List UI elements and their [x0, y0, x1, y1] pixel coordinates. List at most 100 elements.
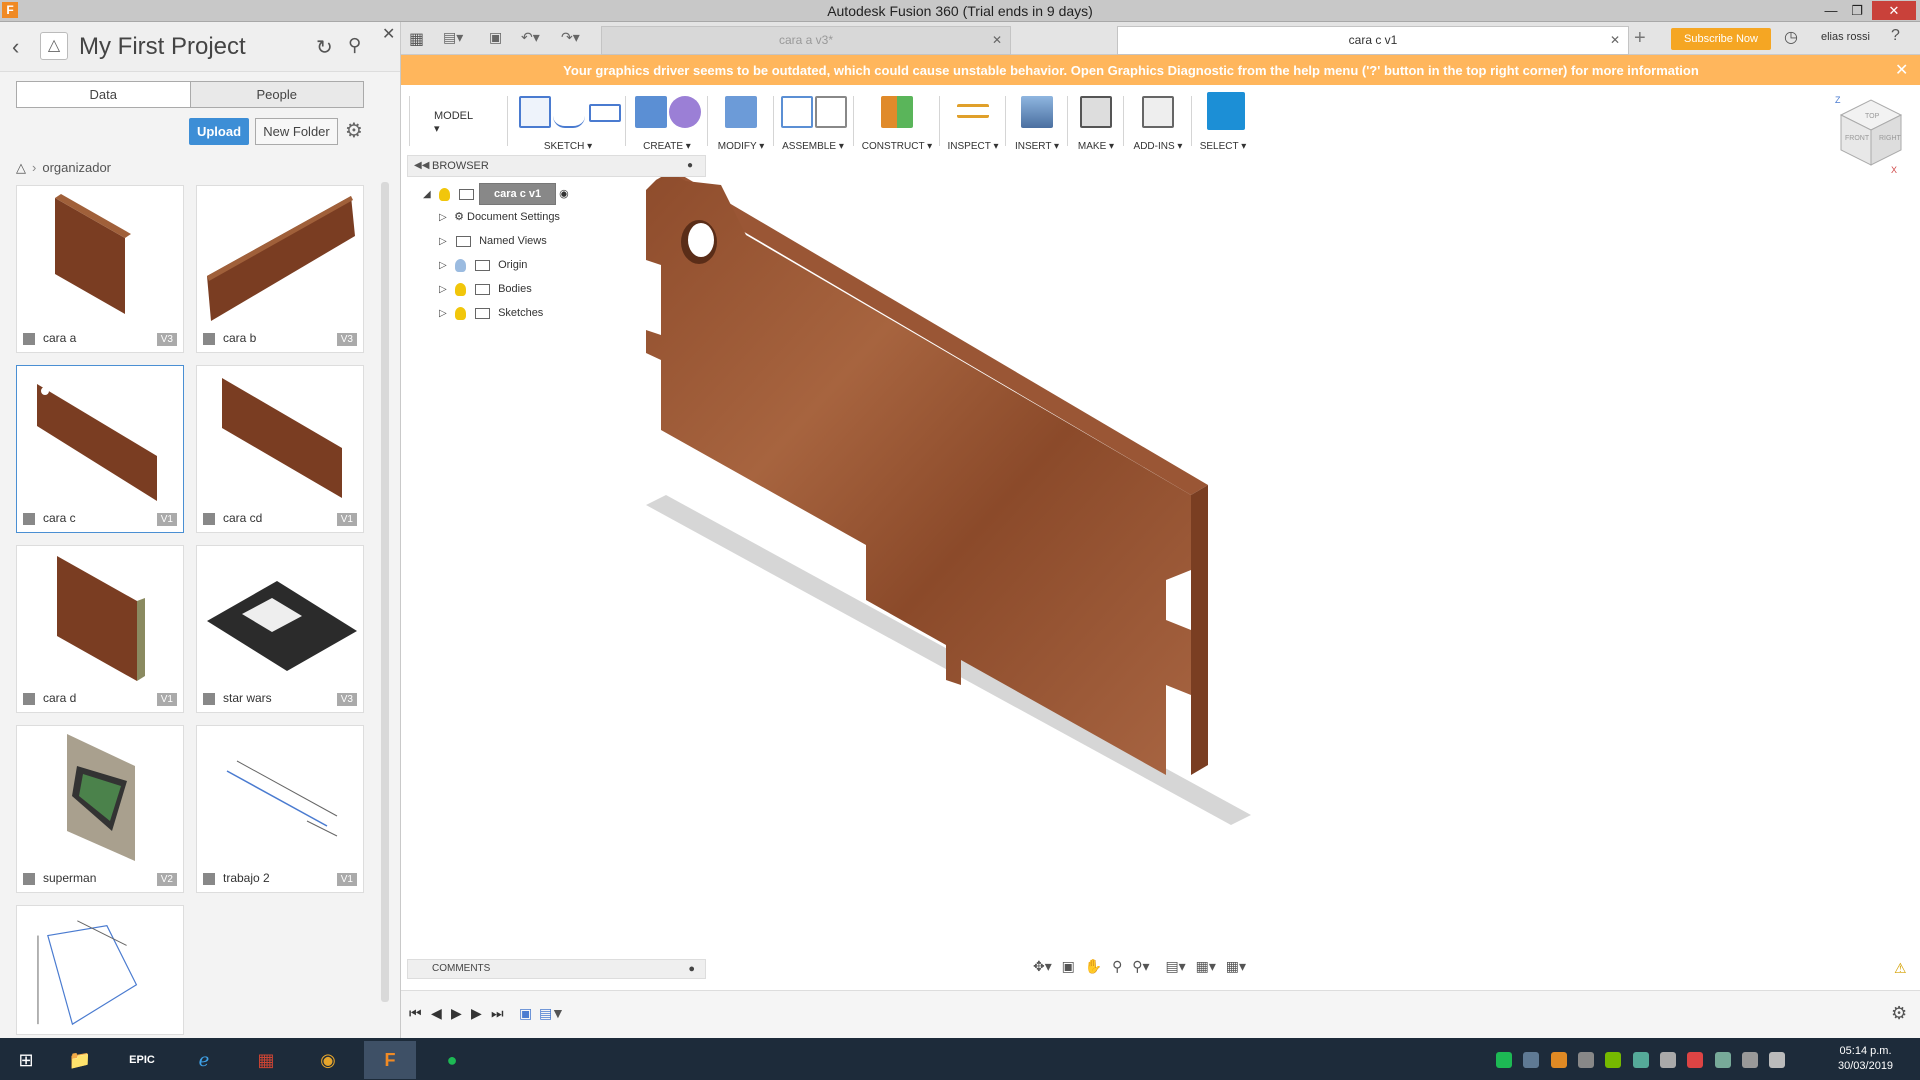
rectangle-icon[interactable]	[589, 104, 621, 122]
insert-menu[interactable]: INSERT ▾	[1009, 141, 1065, 152]
tab-cara-c[interactable]: cara c v1 ✕	[1117, 26, 1629, 55]
close-window-button[interactable]: ✕	[1872, 1, 1916, 20]
sketch-menu[interactable]: SKETCH ▾	[513, 141, 623, 152]
design-card[interactable]: cara a V3	[16, 185, 184, 353]
spotify-icon[interactable]: ●	[426, 1041, 478, 1079]
restore-button[interactable]: ❐	[1844, 1, 1870, 20]
upload-button[interactable]: Upload	[189, 118, 249, 145]
refresh-icon[interactable]: ↻	[316, 35, 333, 60]
clock[interactable]: 05:14 p.m. 30/03/2019	[1838, 1044, 1893, 1074]
assemble-menu[interactable]: ASSEMBLE ▾	[777, 141, 849, 152]
design-card[interactable]: cara d V1	[16, 545, 184, 713]
steam-tray-icon[interactable]	[1523, 1052, 1540, 1068]
tab-data[interactable]: Data	[17, 82, 190, 107]
back-icon[interactable]: ‹	[12, 34, 19, 60]
step-forward-icon[interactable]: ▶	[471, 1005, 482, 1022]
design-card[interactable]: cara b V3	[196, 185, 364, 353]
network-icon[interactable]	[1714, 1052, 1731, 1068]
cara-c-body[interactable]	[646, 173, 1191, 775]
fusion-tray-icon[interactable]	[1550, 1052, 1567, 1068]
tray-app-icon[interactable]	[1660, 1052, 1677, 1068]
breadcrumb-folder[interactable]: organizador	[42, 160, 111, 175]
orbit-icon[interactable]: ✥▾	[1033, 958, 1052, 974]
scripts-addins-icon[interactable]	[1142, 96, 1174, 128]
zoom-icon[interactable]: ⚲	[1112, 958, 1122, 974]
construct-menu[interactable]: CONSTRUCT ▾	[857, 141, 937, 152]
joint-icon[interactable]	[815, 96, 847, 128]
data-panel-scrollbar[interactable]	[381, 182, 389, 1002]
internet-explorer-icon[interactable]: ℯ	[178, 1041, 230, 1079]
visibility-bulb-icon[interactable]	[455, 282, 466, 296]
search-icon[interactable]: ⚲	[348, 35, 361, 56]
create-menu[interactable]: CREATE ▾	[631, 141, 703, 152]
design-card[interactable]: cara c V1	[16, 365, 184, 533]
expand-icon[interactable]: ▷	[439, 232, 451, 252]
user-account[interactable]: elias rossi	[1821, 31, 1870, 43]
modify-menu[interactable]: MODIFY ▾	[711, 141, 771, 152]
close-tab-icon[interactable]: ✕	[992, 27, 1002, 54]
design-card[interactable]: cara cd V1	[196, 365, 364, 533]
browser-node-origin[interactable]: ▷ Origin	[439, 255, 527, 275]
add-comment-icon[interactable]: ●	[688, 960, 695, 978]
select-menu[interactable]: SELECT ▾	[1195, 141, 1251, 152]
redo-icon[interactable]: ↷▾	[561, 29, 580, 46]
step-back-icon[interactable]: ◀	[431, 1005, 442, 1022]
undo-icon[interactable]: ↶▾	[521, 29, 540, 46]
form-icon[interactable]	[669, 96, 701, 128]
offset-plane-icon[interactable]	[881, 96, 913, 128]
new-component-icon[interactable]	[781, 96, 813, 128]
winrar-icon[interactable]: ▦	[240, 1041, 292, 1079]
close-tab-icon[interactable]: ✕	[1610, 27, 1620, 54]
timeline-sketch-feature-icon[interactable]: ▣	[519, 1005, 532, 1022]
minimize-browser-icon[interactable]: ●	[687, 156, 693, 176]
3d-print-icon[interactable]	[1080, 96, 1112, 128]
spotify-tray-icon[interactable]	[1496, 1052, 1512, 1068]
browser-header[interactable]: ◀◀ BROWSER ●	[407, 155, 706, 177]
measure-icon[interactable]	[957, 104, 989, 118]
browser-root-node[interactable]: ◢ cara c v1 ◉	[423, 183, 569, 205]
warning-icon[interactable]: ⚠	[1894, 960, 1907, 977]
timeline-settings-icon[interactable]: ⚙	[1891, 1003, 1907, 1024]
tray-app-icon[interactable]	[1632, 1052, 1649, 1068]
go-to-end-icon[interactable]: ⏭	[491, 1005, 504, 1022]
design-card[interactable]: star wars V3	[196, 545, 364, 713]
view-cube[interactable]: TOP FRONT RIGHT Z X	[1821, 85, 1911, 175]
new-tab-icon[interactable]: +	[1634, 27, 1646, 50]
expand-icon[interactable]: ▷	[439, 256, 451, 276]
play-icon[interactable]: ▶	[451, 1005, 462, 1022]
canvas-viewport[interactable]: MODEL ▾ SKETCH ▾ CREATE ▾ MODIFY ▾ ASSEM…	[401, 85, 1920, 990]
file-menu-icon[interactable]: ▤▾	[443, 29, 463, 46]
create-sketch-icon[interactable]	[519, 96, 551, 128]
close-banner-icon[interactable]: ✕	[1895, 60, 1908, 80]
expand-icon[interactable]: ▷	[439, 208, 451, 228]
design-card[interactable]: trabajo 2 V1	[196, 725, 364, 893]
visibility-bulb-icon[interactable]	[455, 306, 466, 320]
expand-icon[interactable]: ▷	[439, 304, 451, 324]
epic-games-icon[interactable]: EPIC	[116, 1041, 168, 1079]
extrude-icon[interactable]	[635, 96, 667, 128]
activate-radio-icon[interactable]: ◉	[559, 188, 569, 200]
fit-icon[interactable]: ⚲▾	[1132, 958, 1149, 974]
look-at-icon[interactable]: ▣	[1062, 958, 1075, 974]
browser-node-named-views[interactable]: ▷ Named Views	[439, 231, 547, 251]
tray-app-icon[interactable]	[1578, 1052, 1595, 1068]
start-button-icon[interactable]: ⊞	[0, 1041, 52, 1079]
design-card[interactable]: superman V2	[16, 725, 184, 893]
design-card[interactable]	[16, 905, 184, 1035]
expand-icon[interactable]: ▷	[439, 280, 451, 300]
file-explorer-icon[interactable]: 📁	[54, 1041, 106, 1079]
expand-collapse-icon[interactable]: ◢	[423, 185, 435, 205]
browser-node-sketches[interactable]: ▷ Sketches	[439, 303, 543, 323]
comments-panel[interactable]: COMMENTS ●	[407, 959, 706, 979]
viewports-icon[interactable]: ▦▾	[1226, 958, 1246, 974]
visibility-bulb-icon[interactable]	[439, 187, 450, 201]
tab-cara-a[interactable]: cara a v3* ✕	[601, 26, 1011, 55]
nvidia-tray-icon[interactable]	[1605, 1052, 1622, 1068]
display-settings-icon[interactable]: ▤▾	[1165, 958, 1185, 974]
collapse-browser-icon[interactable]: ◀◀	[414, 156, 429, 176]
project-root-icon[interactable]: △	[16, 160, 26, 175]
keyboard-icon[interactable]	[1769, 1052, 1786, 1068]
inspect-menu[interactable]: INSPECT ▾	[943, 141, 1003, 152]
insert-image-icon[interactable]	[1021, 96, 1053, 128]
workspace-selector[interactable]: MODEL ▾	[434, 110, 473, 135]
